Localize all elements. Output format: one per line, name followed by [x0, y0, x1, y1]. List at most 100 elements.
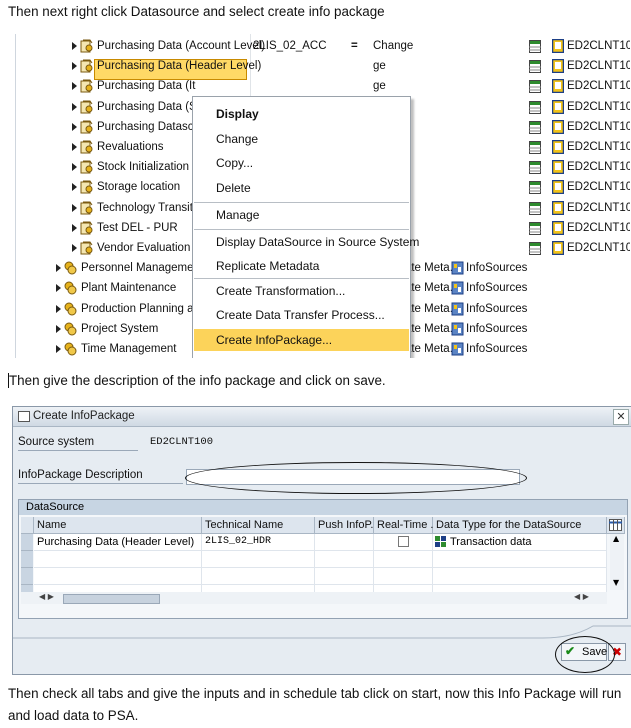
- datasource-table: DataSource Name Technical Name Push Info…: [18, 499, 628, 619]
- expand-arrow-icon[interactable]: [56, 284, 61, 293]
- table-cell[interactable]: [374, 534, 433, 551]
- expand-arrow-icon[interactable]: [72, 82, 77, 91]
- source-system-icon: [552, 99, 564, 114]
- scroll-thumb[interactable]: [63, 594, 160, 604]
- expand-arrow-icon[interactable]: [72, 183, 77, 192]
- table-cell[interactable]: [34, 568, 202, 585]
- menu-separator: [194, 278, 409, 279]
- horizontal-scrollbar[interactable]: ◀ ▶ ◀ ▶: [21, 592, 607, 604]
- expand-arrow-icon[interactable]: [72, 62, 77, 71]
- tree-row-datasource[interactable]: Purchasing Data (ItgeED2CLNT100: [16, 77, 630, 97]
- scroll-left-icon[interactable]: ◀ ▶: [39, 592, 54, 601]
- column-settings-icon[interactable]: [607, 517, 625, 534]
- psa-table-icon: [529, 181, 541, 195]
- vertical-scrollbar[interactable]: ▲ ▼: [610, 534, 624, 590]
- expand-arrow-icon[interactable]: [72, 102, 77, 111]
- source-system-icon: [552, 220, 564, 235]
- expand-arrow-icon[interactable]: [56, 345, 61, 353]
- expand-arrow-icon[interactable]: [56, 264, 61, 273]
- row-selector[interactable]: [21, 534, 33, 551]
- column-header-name[interactable]: Name: [34, 517, 202, 534]
- expand-arrow-icon[interactable]: [72, 42, 77, 50]
- expand-arrow-icon[interactable]: [72, 122, 77, 131]
- expand-arrow-icon[interactable]: [72, 163, 77, 172]
- table-cell[interactable]: [433, 551, 607, 568]
- menu-item-create-infopackage[interactable]: Create InfoPackage...: [194, 329, 409, 351]
- context-menu: Display Change Copy... Delete Manage Dis…: [192, 96, 419, 358]
- source-system-value: ED2CLNT100: [150, 436, 214, 448]
- tree-row-datasource[interactable]: Purchasing Data (Account Level) 2LIS_02_A…: [16, 37, 630, 57]
- table-cell[interactable]: 2LIS_02_HDR: [202, 534, 315, 551]
- column-header-real-time[interactable]: Real-Time ...: [374, 517, 440, 534]
- datasource-icon: [80, 221, 93, 235]
- source-system-icon: [552, 200, 564, 215]
- row-selector[interactable]: [21, 568, 33, 585]
- table-cell[interactable]: [374, 551, 433, 568]
- psa-table-icon: [529, 40, 541, 53]
- menu-item-copy[interactable]: Copy...: [194, 152, 409, 174]
- source-system-label: Source system: [18, 436, 95, 448]
- datasource-icon: [80, 180, 93, 194]
- source-system-icon: [552, 79, 564, 94]
- table-cell[interactable]: Purchasing Data (Header Level): [34, 534, 202, 551]
- menu-item-replicate-metadata[interactable]: Replicate Metadata: [194, 255, 409, 277]
- menu-item-display-datasource[interactable]: Display DataSource in Source System: [194, 231, 419, 253]
- expand-arrow-icon[interactable]: [72, 143, 77, 151]
- table-cell[interactable]: [374, 568, 433, 585]
- expand-arrow-icon[interactable]: [72, 203, 77, 212]
- datasource-icon: [80, 201, 93, 215]
- table-cell[interactable]: [202, 568, 315, 585]
- menu-item-change[interactable]: Change: [194, 128, 409, 150]
- menu-separator: [194, 202, 409, 203]
- transaction-data-icon: [435, 536, 446, 547]
- scroll-right-icon[interactable]: ◀ ▶: [574, 592, 589, 601]
- table-cell[interactable]: [433, 568, 607, 585]
- table-cell[interactable]: [202, 551, 315, 568]
- source-system-icon: [552, 140, 564, 154]
- table-cell[interactable]: Transaction data: [433, 534, 607, 551]
- menu-item-display[interactable]: Display: [194, 103, 409, 125]
- tree-row-datasource[interactable]: Purchasing Data (Header Level) ge ED2CLNT1…: [16, 57, 630, 77]
- menu-item-create-transformation[interactable]: Create Transformation...: [194, 280, 409, 302]
- infosource-icon: [451, 281, 464, 295]
- psa-table-icon: [529, 242, 541, 255]
- menu-item-manage[interactable]: Manage: [194, 204, 409, 226]
- menu-separator: [194, 229, 409, 230]
- table-cell[interactable]: [315, 568, 374, 585]
- close-icon[interactable]: ✕: [613, 409, 629, 425]
- table-cell[interactable]: [34, 551, 202, 568]
- psa-table-icon: [529, 221, 541, 235]
- psa-table-icon: [529, 161, 541, 175]
- table-cell[interactable]: [315, 551, 374, 568]
- datasource-icon: [80, 100, 93, 114]
- datasource-table-header: DataSource: [19, 500, 627, 515]
- datasource-icon: [80, 160, 93, 174]
- expand-arrow-icon[interactable]: [56, 324, 61, 333]
- expand-arrow-icon[interactable]: [72, 244, 77, 252]
- menu-item-delete[interactable]: Delete: [194, 177, 409, 199]
- expand-arrow-icon[interactable]: [56, 304, 61, 313]
- source-system-icon: [552, 180, 564, 195]
- table-cell[interactable]: [315, 534, 374, 551]
- dialog-titlebar: Create InfoPackage ✕: [13, 407, 631, 427]
- psa-table-icon: [529, 100, 541, 114]
- expand-arrow-icon[interactable]: [72, 223, 77, 232]
- datasource-icon: [80, 241, 93, 255]
- instruction-3: Then check all tabs and give the inputs …: [8, 686, 622, 723]
- datasource-tree-screenshot: Purchasing Data (Account Level) 2LIS_02_A…: [15, 34, 630, 358]
- row-selector[interactable]: [21, 551, 33, 568]
- annotation-oval: [555, 636, 615, 673]
- application-area-icon: [64, 281, 77, 295]
- psa-table-icon: [529, 141, 541, 154]
- scroll-up-icon[interactable]: ▲: [613, 534, 619, 543]
- column-header-push-infopackage[interactable]: Push InfoP...: [315, 517, 380, 534]
- real-time-checkbox[interactable]: [398, 536, 409, 547]
- menu-item-create-dtp[interactable]: Create Data Transfer Process...: [194, 304, 409, 326]
- datasource-icon: [80, 140, 93, 154]
- column-header-technical-name[interactable]: Technical Name: [202, 517, 315, 534]
- psa-table-icon: [529, 60, 541, 74]
- column-header-data-type[interactable]: Data Type for the DataSource: [433, 517, 607, 534]
- psa-table-icon: [529, 201, 541, 215]
- scroll-down-icon[interactable]: ▼: [613, 578, 619, 587]
- application-area-icon: [64, 302, 77, 316]
